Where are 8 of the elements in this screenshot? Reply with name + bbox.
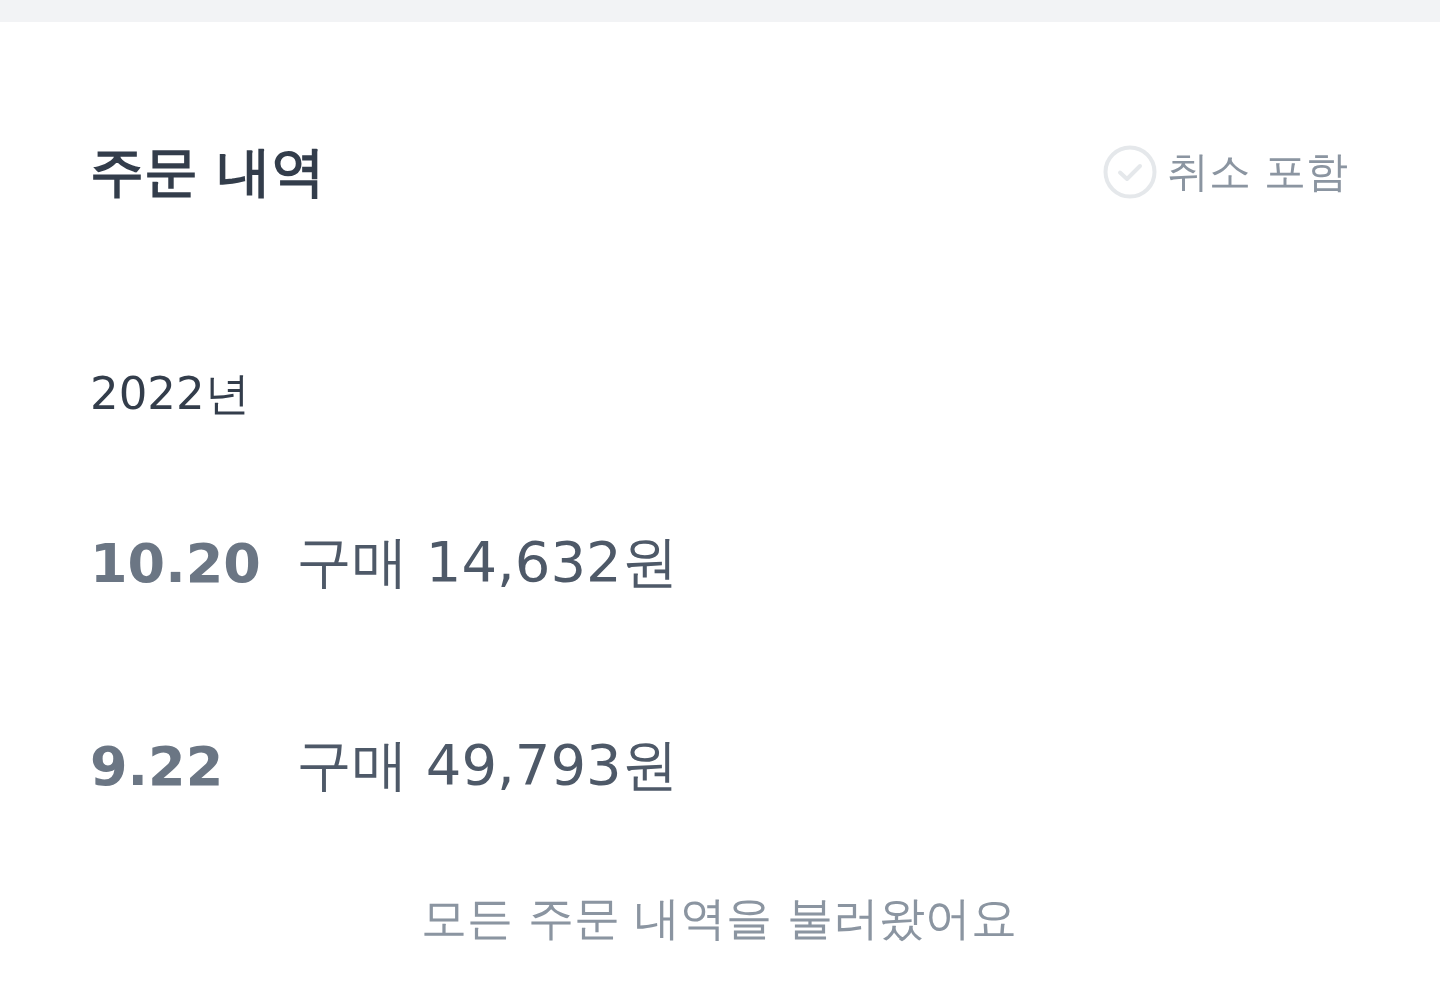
order-summary: 구매 14,632원 <box>296 528 678 596</box>
order-date: 10.20 <box>90 531 262 595</box>
page-title: 주문 내역 <box>90 140 325 204</box>
order-summary: 구매 49,793원 <box>296 731 678 799</box>
order-date: 9.22 <box>90 734 225 798</box>
end-of-list-message: 모든 주문 내역을 불러왔어요 <box>421 890 1017 946</box>
include-cancelled-toggle[interactable]: 취소 포함 <box>1102 144 1348 200</box>
year-heading: 2022년 <box>90 368 250 420</box>
